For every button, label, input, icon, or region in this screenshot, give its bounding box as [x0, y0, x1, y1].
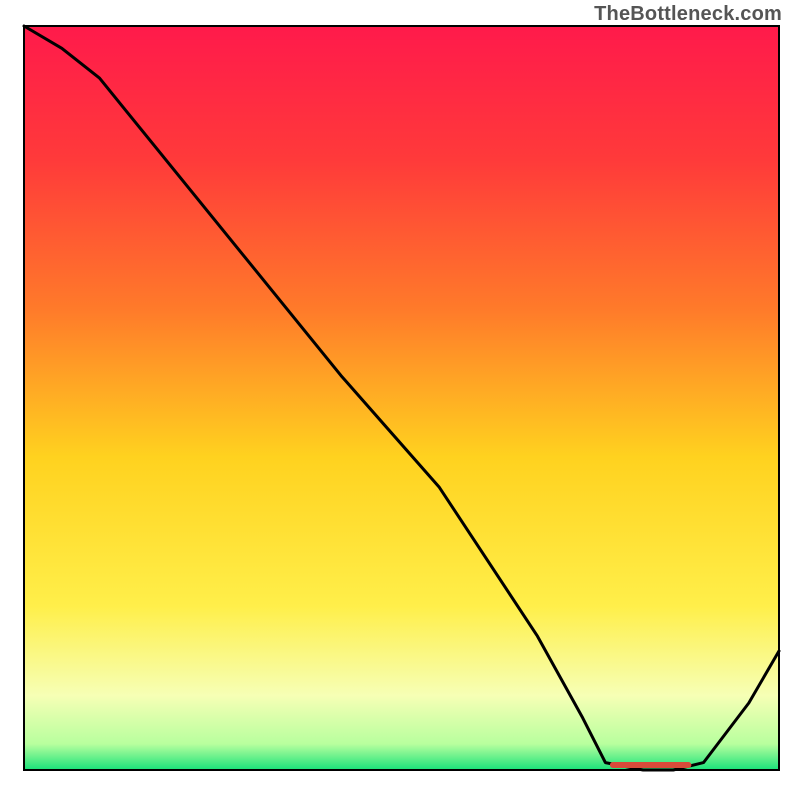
watermark-label: TheBottleneck.com [594, 3, 782, 26]
bottleneck-chart [0, 0, 800, 800]
chart-container: TheBottleneck.com [0, 0, 800, 800]
heat-gradient-background [24, 26, 779, 770]
